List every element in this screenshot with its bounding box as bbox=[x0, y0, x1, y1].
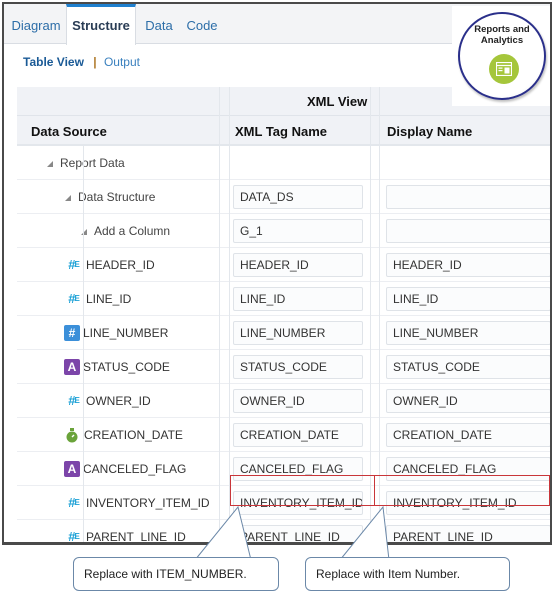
tab-code[interactable]: Code bbox=[184, 4, 220, 44]
badge-title: Reports and Analytics bbox=[460, 24, 544, 46]
table-row: Report Data bbox=[17, 146, 550, 180]
data-source-cell: # E LINE_ID bbox=[64, 282, 131, 315]
data-source-cell: Report Data bbox=[47, 146, 125, 179]
display-name-input[interactable]: PARENT_LINE_ID bbox=[386, 525, 550, 542]
column-divider bbox=[379, 87, 380, 542]
xml-tag-name-input[interactable]: LINE_NUMBER bbox=[233, 321, 363, 345]
xml-tag-name-input[interactable]: PARENT_LINE_ID bbox=[233, 525, 363, 542]
display-name-input[interactable]: CANCELED_FLAG bbox=[386, 457, 550, 481]
data-source-label: LINE_NUMBER bbox=[83, 325, 169, 340]
display-name-input[interactable]: HEADER_ID bbox=[386, 253, 550, 277]
string-type-icon: A bbox=[64, 460, 80, 477]
table-row: # E OWNER_ID OWNER_ID OWNER_ID bbox=[17, 384, 550, 418]
reports-analytics-badge: Reports and Analytics bbox=[452, 6, 550, 106]
column-header-data-source: Data Source bbox=[31, 124, 107, 139]
tab-structure[interactable]: Structure bbox=[66, 4, 136, 45]
column-header-xml-tag-name: XML Tag Name bbox=[235, 124, 327, 139]
xml-tag-name-input[interactable]: INVENTORY_ITEM_ID bbox=[233, 491, 363, 515]
display-name-input[interactable]: CREATION_DATE bbox=[386, 423, 550, 447]
xml-tag-name-input[interactable]: CREATION_DATE bbox=[233, 423, 363, 447]
table-row: # E HEADER_ID HEADER_ID HEADER_ID bbox=[17, 248, 550, 282]
data-source-label: HEADER_ID bbox=[86, 257, 155, 272]
reports-analytics-icon bbox=[489, 54, 519, 84]
table-row: # LINE_NUMBER LINE_NUMBER LINE_NUMBER bbox=[17, 316, 550, 350]
table-row: Add a Column G_1 bbox=[17, 214, 550, 248]
xml-tag-name-input[interactable]: STATUS_CODE bbox=[233, 355, 363, 379]
column-divider bbox=[229, 87, 230, 542]
column-header-display-name: Display Name bbox=[387, 124, 473, 139]
display-name-input[interactable] bbox=[386, 185, 550, 209]
callout-xml-tag: Replace with ITEM_NUMBER. bbox=[73, 557, 279, 591]
display-name-input[interactable]: INVENTORY_ITEM_ID bbox=[386, 491, 550, 515]
xml-tag-name-input[interactable]: G_1 bbox=[233, 219, 363, 243]
number-type-icon: # E bbox=[68, 257, 80, 272]
data-source-cell: # E HEADER_ID bbox=[64, 248, 155, 281]
display-name-input[interactable]: OWNER_ID bbox=[386, 389, 550, 413]
data-source-cell: # LINE_NUMBER bbox=[64, 316, 168, 349]
xml-tag-name-input[interactable]: CANCELED_FLAG bbox=[233, 457, 363, 481]
data-source-label: PARENT_LINE_ID bbox=[86, 529, 186, 544]
column-divider bbox=[219, 87, 220, 542]
view-switcher: Table View | Output bbox=[23, 55, 140, 69]
collapse-triangle-icon[interactable] bbox=[65, 195, 71, 201]
xml-tag-name-input[interactable]: DATA_DS bbox=[233, 185, 363, 209]
data-source-cell: # E INVENTORY_ITEM_ID bbox=[64, 486, 210, 519]
data-source-label: CREATION_DATE bbox=[84, 427, 183, 442]
data-source-cell: Data Structure bbox=[65, 180, 155, 213]
data-source-label: CANCELED_FLAG bbox=[83, 461, 187, 476]
table-row: # E PARENT_LINE_ID PARENT_LINE_ID PARENT_LIN… bbox=[17, 520, 550, 544]
view-separator: | bbox=[93, 55, 97, 69]
badge-title-line1: Reports and bbox=[474, 24, 530, 35]
badge-circle: Reports and Analytics bbox=[458, 12, 546, 100]
collapse-triangle-icon[interactable] bbox=[47, 161, 53, 167]
data-source-label: LINE_ID bbox=[86, 291, 132, 306]
data-source-label: STATUS_CODE bbox=[83, 359, 170, 374]
display-name-input[interactable] bbox=[386, 219, 550, 243]
data-source-cell: Add a Column bbox=[81, 214, 170, 247]
callout-display-name: Replace with Item Number. bbox=[305, 557, 510, 591]
data-source-cell: # E OWNER_ID bbox=[64, 384, 151, 417]
data-source-label: Report Data bbox=[60, 155, 125, 170]
table-view-link[interactable]: Table View bbox=[23, 55, 84, 69]
display-name-input[interactable]: LINE_ID bbox=[386, 287, 550, 311]
xml-tag-name-input[interactable]: HEADER_ID bbox=[233, 253, 363, 277]
number-type-icon: # E bbox=[68, 291, 80, 306]
number-type-icon: # E bbox=[68, 393, 80, 408]
xml-view-header: XML View bbox=[307, 94, 368, 109]
column-header-row: Data Source XML Tag Name Display Name bbox=[17, 116, 550, 146]
xml-tag-name-input[interactable]: OWNER_ID bbox=[233, 389, 363, 413]
table-row: A CANCELED_FLAG CANCELED_FLAG CANCELED_FLAG bbox=[17, 452, 550, 486]
table-row: Data Structure DATA_DS bbox=[17, 180, 550, 214]
xml-tag-name-input[interactable]: LINE_ID bbox=[233, 287, 363, 311]
collapse-triangle-icon[interactable] bbox=[81, 229, 87, 235]
tab-data[interactable]: Data bbox=[142, 4, 176, 44]
data-source-cell: CREATION_DATE bbox=[64, 418, 183, 451]
column-divider bbox=[370, 87, 371, 542]
data-model-window: Diagram Structure Data Code Table View |… bbox=[2, 2, 552, 545]
table-row: CREATION_DATE CREATION_DATE CREATION_DATE bbox=[17, 418, 550, 452]
data-source-label: Data Structure bbox=[78, 189, 156, 204]
date-type-icon bbox=[64, 427, 80, 443]
number-type-icon: # E bbox=[68, 529, 80, 544]
tab-diagram[interactable]: Diagram bbox=[10, 4, 62, 44]
data-source-label: Add a Column bbox=[94, 223, 171, 238]
data-source-label: INVENTORY_ITEM_ID bbox=[86, 495, 210, 510]
table-row: # E INVENTORY_ITEM_ID INVENTORY_ITEM_ID INVE… bbox=[17, 486, 550, 520]
output-link[interactable]: Output bbox=[104, 55, 140, 69]
table-row: A STATUS_CODE STATUS_CODE STATUS_CODE bbox=[17, 350, 550, 384]
integer-type-icon: # bbox=[64, 324, 80, 341]
display-name-input[interactable]: LINE_NUMBER bbox=[386, 321, 550, 345]
data-source-cell: A STATUS_CODE bbox=[64, 350, 170, 383]
data-source-label: OWNER_ID bbox=[86, 393, 151, 408]
row-gutter-divider bbox=[83, 146, 84, 542]
number-type-icon: # E bbox=[68, 495, 80, 510]
badge-title-line2: Analytics bbox=[480, 35, 524, 46]
table-row: # E LINE_ID LINE_ID LINE_ID bbox=[17, 282, 550, 316]
string-type-icon: A bbox=[64, 358, 80, 375]
display-name-input[interactable]: STATUS_CODE bbox=[386, 355, 550, 379]
